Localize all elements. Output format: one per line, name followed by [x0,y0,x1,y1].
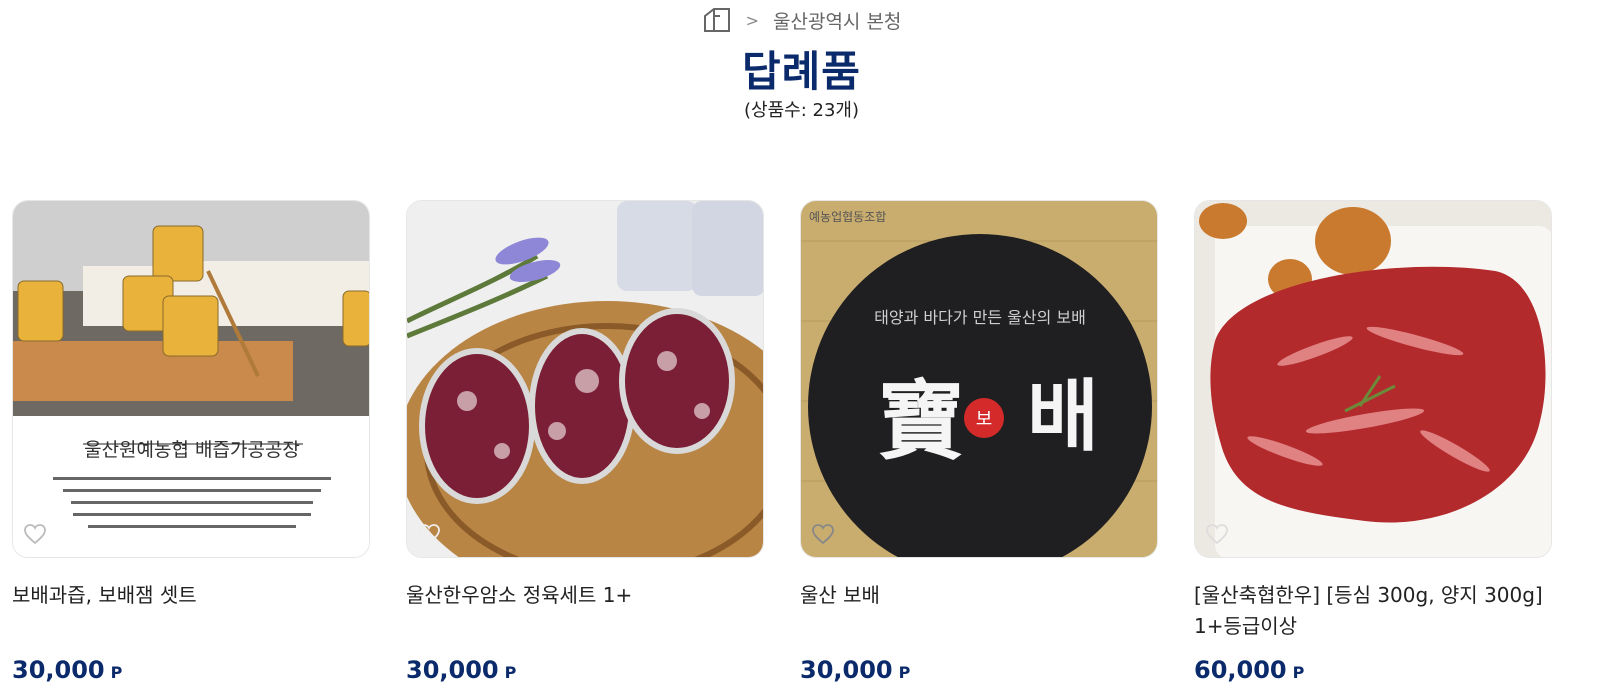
product-card[interactable]: 예농업협동조합 태양과 바다가 만든 울산의 보배 寶 보 배 울산 보배 30… [800,200,1158,684]
image-caption: 울산원예농협 배즙가공공장 [84,439,300,461]
svg-text:보: 보 [976,409,993,430]
product-price: 30,000 P [800,656,1158,684]
product-name[interactable]: 울산 보배 [800,580,1158,642]
svg-text:예농업협동조합: 예농업협동조합 [809,210,886,224]
price-unit: P [110,663,123,682]
price-unit: P [504,663,517,682]
heart-icon[interactable] [1205,523,1229,545]
product-name[interactable]: 보배과즙, 보배잼 셋트 [12,580,370,642]
heart-icon[interactable] [417,523,441,545]
product-image[interactable] [406,200,764,558]
price-unit: P [898,663,911,682]
product-price: 30,000 P [12,656,370,684]
product-grid: 울산원예농협 배즙가공공장 보배과즙, 보배잼 셋트 30,000 P 울산한우… [12,200,1552,684]
home-icon[interactable] [702,6,732,34]
image-headline: 태양과 바다가 만든 울산의 보배 [874,308,1086,327]
product-image[interactable]: 울산원예농협 배즙가공공장 [12,200,370,558]
svg-text:寶: 寶 [878,372,964,472]
price-value: 60,000 [1194,656,1287,684]
product-card[interactable]: 울산원예농협 배즙가공공장 보배과즙, 보배잼 셋트 30,000 P [12,200,370,684]
product-name[interactable]: 울산한우암소 정육세트 1+ [406,580,764,642]
product-image[interactable]: 예농업협동조합 태양과 바다가 만든 울산의 보배 寶 보 배 [800,200,1158,558]
breadcrumb: > 울산광역시 본청 [0,6,1603,34]
product-name[interactable]: [울산축협한우] [등심 300g, 양지 300g] 1+등급이상 [1194,580,1552,642]
price-unit: P [1292,663,1305,682]
breadcrumb-separator: > [745,10,759,30]
product-card[interactable]: 울산한우암소 정육세트 1+ 30,000 P [406,200,764,684]
product-price: 60,000 P [1194,656,1552,684]
heart-icon[interactable] [23,523,47,545]
svg-text:배: 배 [1027,372,1099,462]
price-value: 30,000 [406,656,499,684]
product-price: 30,000 P [406,656,764,684]
breadcrumb-current[interactable]: 울산광역시 본청 [773,7,901,34]
product-image[interactable] [1194,200,1552,558]
price-value: 30,000 [800,656,893,684]
product-card[interactable]: [울산축협한우] [등심 300g, 양지 300g] 1+등급이상 60,00… [1194,200,1552,684]
price-value: 30,000 [12,656,105,684]
heart-icon[interactable] [811,523,835,545]
page-title: 답례품 [742,47,861,96]
product-count: (상품수: 23개) [744,100,859,121]
